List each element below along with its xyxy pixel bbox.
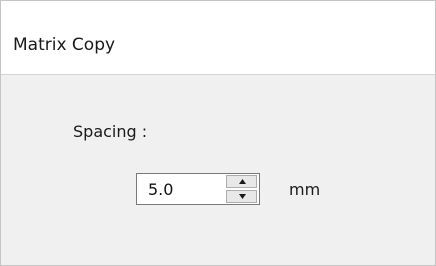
unit-label: mm	[289, 180, 321, 199]
spin-up-button[interactable]	[226, 175, 257, 188]
spacing-input[interactable]	[137, 174, 225, 204]
spin-buttons	[226, 175, 257, 203]
title-bar[interactable]: Matrix Copy	[1, 1, 435, 75]
spacing-label: Spacing :	[73, 122, 148, 141]
spin-down-button[interactable]	[226, 190, 257, 203]
triangle-up-icon	[239, 179, 246, 184]
spacing-spinbox	[136, 173, 260, 205]
triangle-down-icon	[239, 194, 246, 199]
dialog-title: Matrix Copy	[13, 35, 116, 55]
matrix-copy-dialog: Matrix Copy Spacing : mm	[0, 0, 436, 266]
